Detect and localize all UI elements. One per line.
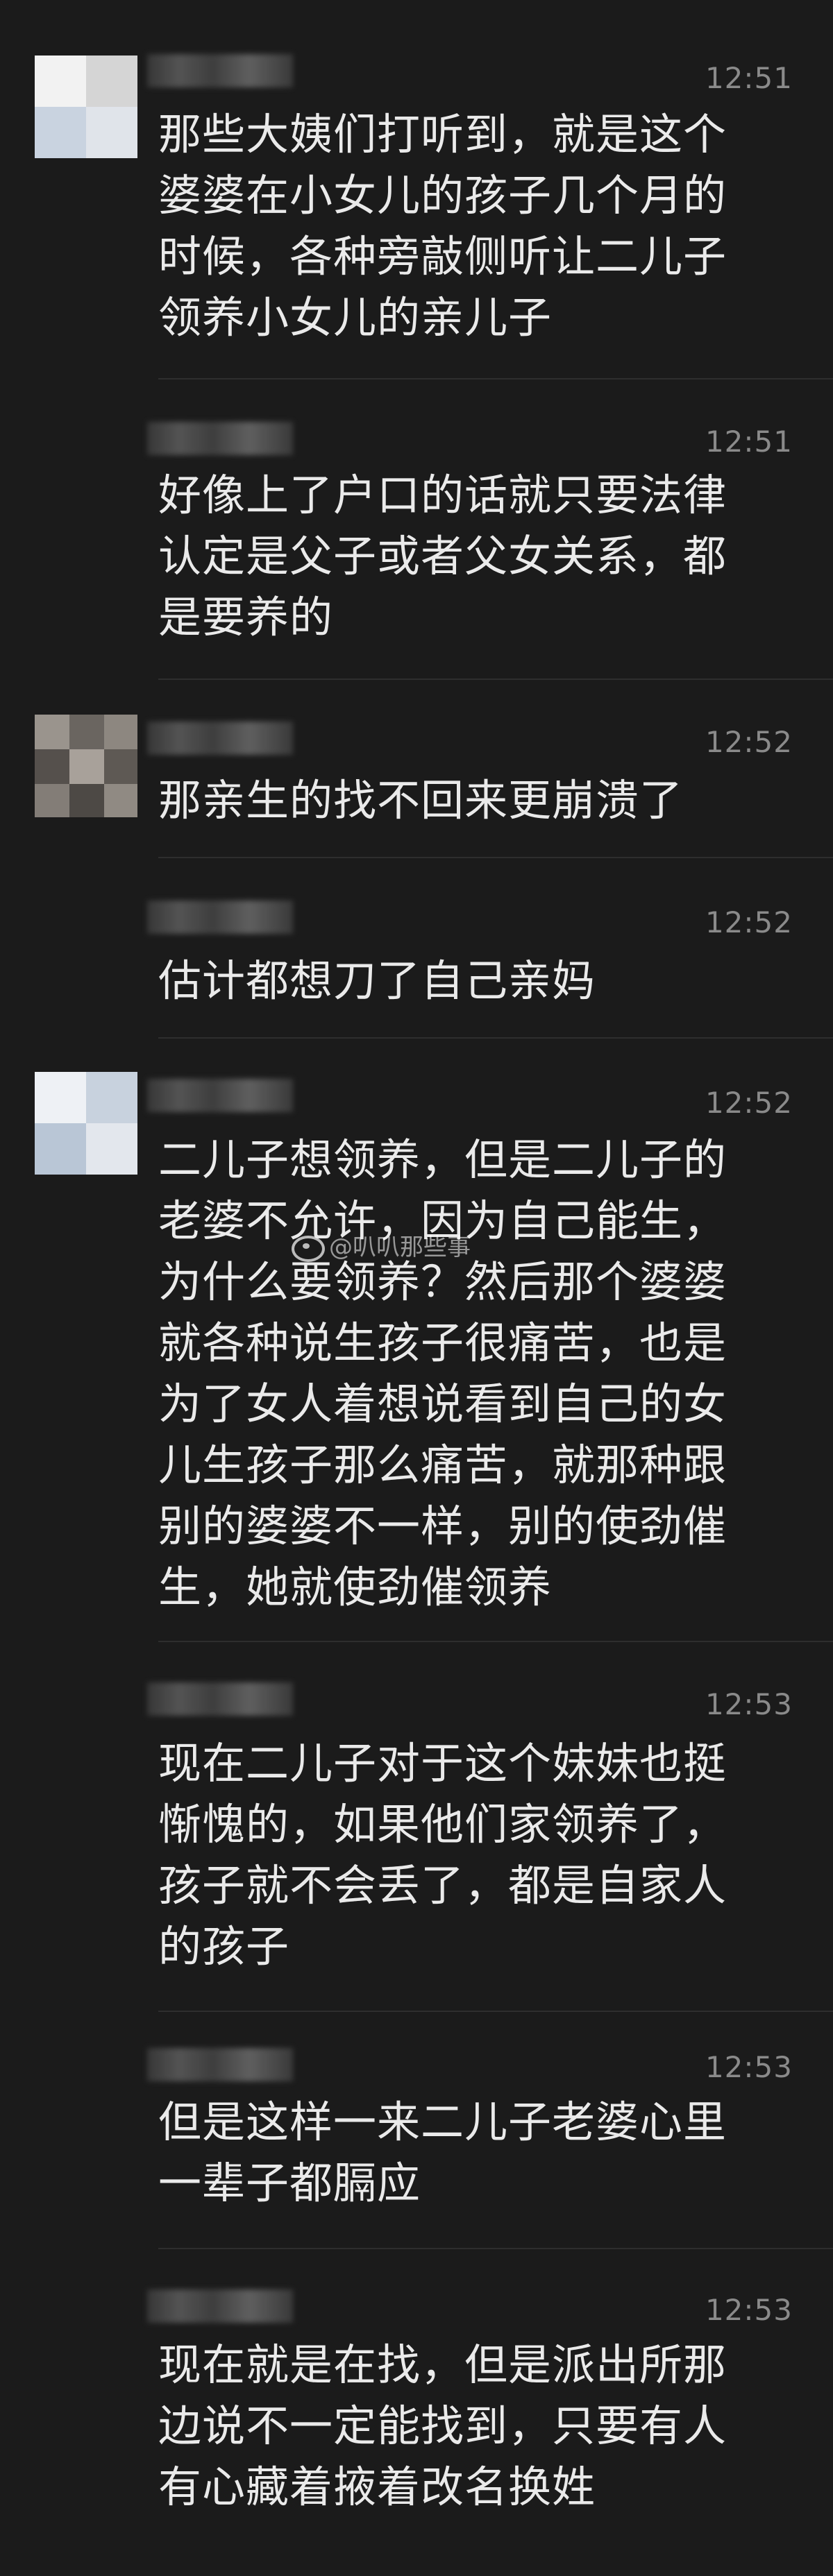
message-line: 领养小女儿的亲儿子 bbox=[158, 292, 553, 343]
message-line: 但是这样一来二儿子老婆心里 bbox=[158, 2097, 727, 2147]
watermark: @叭叭那些事 bbox=[292, 1228, 471, 1262]
sender-name-blurred bbox=[147, 722, 293, 755]
message-time: 12:53 bbox=[705, 1687, 793, 1721]
message-line: 的孩子 bbox=[158, 1921, 290, 1972]
sender-name-blurred bbox=[147, 1079, 293, 1112]
message-line: 那些大姨们打听到，就是这个 bbox=[158, 109, 727, 160]
message-text: 那亲生的找不回来更崩溃了 bbox=[158, 770, 783, 831]
message-time: 12:53 bbox=[705, 2050, 793, 2084]
divider bbox=[158, 2248, 833, 2249]
message-line: 好像上了户口的话就只要法律 bbox=[158, 470, 727, 520]
divider bbox=[158, 2011, 833, 2012]
message-text: 但是这样一来二儿子老婆心里 一辈子都膈应 bbox=[158, 2092, 783, 2214]
message-line: 那亲生的找不回来更崩溃了 bbox=[158, 775, 684, 826]
message-line: 为什么要领养？然后那个婆婆 bbox=[158, 1256, 727, 1307]
message-line: 生，她就使劲催领养 bbox=[158, 1562, 553, 1612]
message-text: 好像上了户口的话就只要法律 认定是父子或者父女关系，都 是要养的 bbox=[158, 465, 783, 648]
sender-name-blurred bbox=[147, 2289, 293, 2323]
divider bbox=[158, 679, 833, 680]
message-time: 12:52 bbox=[705, 725, 793, 759]
message-text: 二儿子想领养，但是二儿子的 老婆不允许，因为自己能生， 为什么要领养？然后那个婆… bbox=[158, 1129, 783, 1618]
sender-name-blurred bbox=[147, 54, 293, 87]
message-time: 12:51 bbox=[705, 61, 793, 95]
watermark-text: @叭叭那些事 bbox=[329, 1234, 471, 1261]
message-line: 别的婆婆不一样，别的使劲催 bbox=[158, 1501, 727, 1551]
chat-screen: 12:51 那些大姨们打听到，就是这个 婆婆在小女儿的孩子几个月的 时候，各种旁… bbox=[0, 0, 833, 2576]
message-time: 12:52 bbox=[705, 905, 793, 939]
message-line: 就各种说生孩子很痛苦，也是 bbox=[158, 1317, 727, 1368]
divider bbox=[158, 378, 833, 379]
message-line: 现在就是在找，但是派出所那 bbox=[158, 2339, 727, 2390]
sender-name-blurred bbox=[147, 422, 293, 455]
divider bbox=[158, 1641, 833, 1642]
message-line: 二儿子想领养，但是二儿子的 bbox=[158, 1134, 727, 1185]
message-line: 孩子就不会丢了，都是自家人 bbox=[158, 1860, 727, 1911]
message-text: 那些大姨们打听到，就是这个 婆婆在小女儿的孩子几个月的 时候，各种旁敲侧听让二儿… bbox=[158, 104, 783, 348]
message-time: 12:51 bbox=[705, 425, 793, 459]
message-line: 儿生孩子那么痛苦，就那种跟 bbox=[158, 1440, 727, 1490]
message-line: 老婆不允许，因为自己能生， bbox=[158, 1195, 727, 1246]
avatar[interactable] bbox=[35, 56, 137, 158]
message-text: 现在就是在找，但是派出所那 边说不一定能找到，只要有人 有心藏着掖着改名换姓 bbox=[158, 2335, 783, 2518]
message-line: 认定是父子或者父女关系，都 bbox=[158, 531, 727, 581]
sender-name-blurred bbox=[147, 1682, 293, 1716]
avatar[interactable] bbox=[35, 1072, 137, 1175]
message-line: 惭愧的，如果他们家领养了， bbox=[158, 1799, 727, 1850]
message-line: 现在二儿子对于这个妹妹也挺 bbox=[158, 1738, 727, 1789]
message-line: 时候，各种旁敲侧听让二儿子 bbox=[158, 231, 727, 282]
avatar[interactable] bbox=[35, 715, 137, 817]
message-line: 婆婆在小女儿的孩子几个月的 bbox=[158, 170, 727, 221]
message-line: 为了女人着想说看到自己的女 bbox=[158, 1379, 727, 1429]
message-text: 估计都想刀了自己亲妈 bbox=[158, 950, 783, 1012]
message-line: 边说不一定能找到，只要有人 bbox=[158, 2400, 727, 2451]
message-text: 现在二儿子对于这个妹妹也挺 惭愧的，如果他们家领养了， 孩子就不会丢了，都是自家… bbox=[158, 1733, 783, 1977]
message-line: 估计都想刀了自己亲妈 bbox=[158, 955, 596, 1006]
message-line: 有心藏着掖着改名换姓 bbox=[158, 2462, 596, 2512]
message-time: 12:52 bbox=[705, 1086, 793, 1120]
weibo-icon bbox=[292, 1235, 325, 1262]
sender-name-blurred bbox=[147, 2048, 293, 2081]
message-line: 是要养的 bbox=[158, 592, 334, 642]
message-line: 一辈子都膈应 bbox=[158, 2158, 421, 2208]
divider bbox=[158, 1037, 833, 1039]
divider bbox=[158, 857, 833, 858]
sender-name-blurred bbox=[147, 901, 293, 934]
message-time: 12:53 bbox=[705, 2293, 793, 2327]
